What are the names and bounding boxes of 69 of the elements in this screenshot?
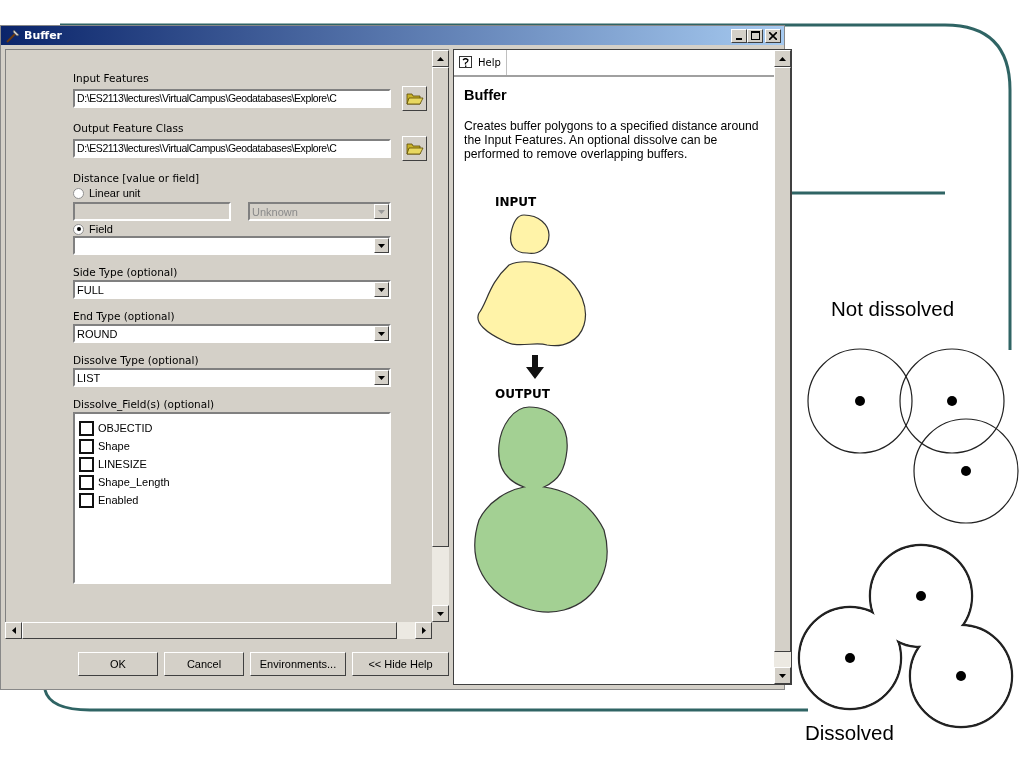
- diagram-label: INPUT: [495, 195, 537, 209]
- checkbox-label: Shape: [98, 440, 130, 452]
- checkbox[interactable]: [79, 456, 94, 472]
- dropdown-arrow-icon: [378, 375, 385, 380]
- hammer-icon: [5, 28, 21, 43]
- caption: Dissolved: [805, 721, 895, 745]
- dropdown[interactable]: FULL: [73, 280, 391, 299]
- parameter-label: Input Features: [73, 72, 150, 85]
- dropdown[interactable]: ROUND: [73, 324, 391, 343]
- scroll-thumb[interactable]: [432, 67, 449, 547]
- browse-button[interactable]: [402, 136, 427, 161]
- diagram-label: OUTPUT: [495, 387, 550, 401]
- parameter-label: Dissolve Type (optional): [73, 354, 200, 367]
- minimize-icon: [736, 37, 742, 40]
- checkbox-label: OBJECTID: [98, 422, 153, 434]
- dialog-button[interactable]: Environments...: [250, 652, 346, 676]
- maximize-button[interactable]: [747, 28, 763, 43]
- close-button[interactable]: [765, 28, 781, 43]
- up-arrow-icon: [437, 56, 444, 61]
- help-title: Buffer: [464, 87, 508, 103]
- checkbox[interactable]: [79, 474, 94, 490]
- up-arrow-icon: [779, 56, 786, 61]
- down-arrow-icon: [437, 611, 444, 616]
- path-field[interactable]: D:\ES2113\lectures\VirtualCampus\Geodatabases\Explore\C: [73, 89, 391, 108]
- checkbox-label: Enabled: [98, 494, 139, 506]
- scroll-down-button[interactable]: [432, 605, 449, 622]
- left-arrow-icon: [11, 627, 16, 634]
- maximize-icon: [750, 30, 760, 40]
- scroll-right-button[interactable]: [415, 622, 432, 639]
- radio-button[interactable]: [73, 223, 84, 235]
- parameter-label: Side Type (optional): [73, 266, 179, 279]
- folder-icon: [405, 141, 424, 156]
- dropdown-arrow-icon: [378, 209, 385, 214]
- window-title: Buffer: [24, 29, 63, 42]
- dialog-button[interactable]: Cancel: [164, 652, 244, 676]
- down-arrow-icon: [779, 673, 786, 678]
- minimize-button[interactable]: [731, 28, 747, 43]
- scroll-left-button[interactable]: [5, 622, 22, 639]
- checkbox[interactable]: [79, 438, 94, 454]
- help-description: Creates buffer polygons to a specified distance around the Input Features. An optional dissolve can be performed to remove overlapping buffers.: [464, 119, 760, 161]
- scroll-up-button[interactable]: [774, 50, 791, 67]
- scroll-up-button[interactable]: [432, 50, 449, 67]
- dropdown[interactable]: LIST: [73, 368, 391, 387]
- path-field[interactable]: D:\ES2113\lectures\VirtualCampus\Geodatabases\Explore\C: [73, 139, 391, 158]
- dropdown-arrow-icon: [378, 331, 385, 336]
- parameter-label: End Type (optional): [73, 310, 176, 323]
- parameter-label: Distance [value or field]: [73, 172, 201, 185]
- field-dropdown[interactable]: [73, 236, 391, 255]
- browse-button[interactable]: [402, 86, 427, 111]
- dialog-button[interactable]: OK: [78, 652, 158, 676]
- scroll-down-button[interactable]: [774, 667, 791, 684]
- checkbox-label: Shape_Length: [98, 476, 170, 488]
- right-arrow-icon: [421, 627, 426, 634]
- checkbox[interactable]: [79, 492, 94, 508]
- vertical-scrollbar[interactable]: [432, 50, 449, 622]
- close-icon: [769, 31, 777, 40]
- radio-label: Field: [89, 223, 113, 235]
- caption: Not dissolved: [831, 297, 956, 321]
- help-icon: [459, 55, 473, 70]
- parameter-label: Output Feature Class: [73, 122, 185, 135]
- checkbox-label: LINESIZE: [98, 458, 147, 470]
- dropdown-arrow-icon: [378, 243, 385, 248]
- dropdown-arrow-icon: [378, 287, 385, 292]
- radio-label: Linear unit: [89, 187, 141, 199]
- checkbox[interactable]: [79, 420, 94, 436]
- parameter-label: Dissolve_Field(s) (optional): [73, 398, 216, 411]
- down-arrow-icon: [525, 355, 545, 379]
- folder-icon: [405, 91, 424, 106]
- dialog-button[interactable]: << Hide Help: [352, 652, 449, 676]
